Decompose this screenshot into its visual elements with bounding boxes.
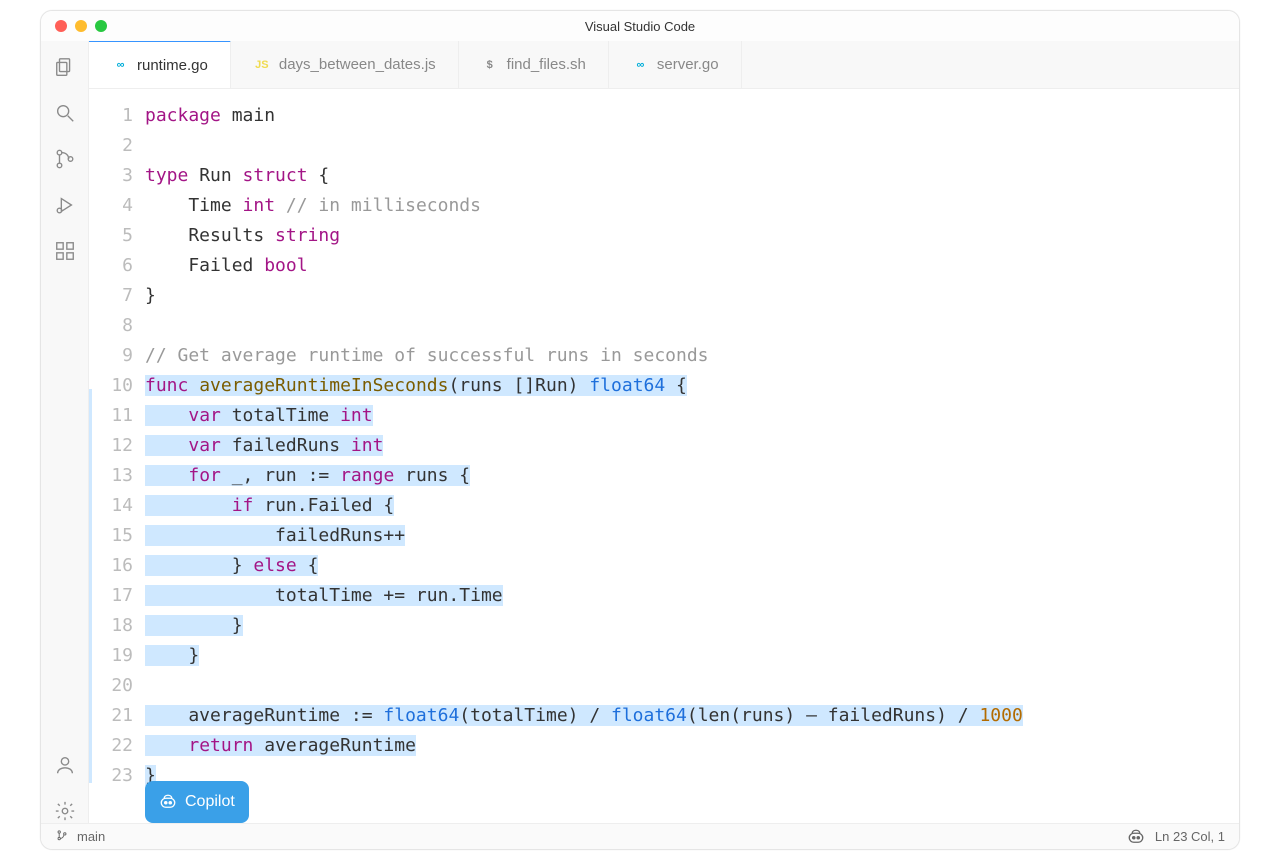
line-number: 13 xyxy=(89,461,133,491)
line-gutter: 1234567891011121314151617181920212223 xyxy=(89,101,145,823)
code-content[interactable]: package main type Run struct { Time int /… xyxy=(145,101,1239,823)
line-number: 22 xyxy=(89,731,133,761)
source-control-icon[interactable] xyxy=(53,147,77,171)
line-number: 20 xyxy=(89,671,133,701)
settings-gear-icon[interactable] xyxy=(53,799,77,823)
code-line[interactable]: Results string xyxy=(145,221,1239,251)
code-line[interactable]: Failed bool xyxy=(145,251,1239,281)
tab-label: server.go xyxy=(657,56,719,73)
line-number: 11 xyxy=(89,401,133,431)
cursor-position[interactable]: Ln 23 Col, 1 xyxy=(1155,829,1225,844)
code-line[interactable]: totalTime += run.Time xyxy=(145,581,1239,611)
go-file-icon: ∞ xyxy=(631,59,649,71)
code-line[interactable]: } xyxy=(145,281,1239,311)
search-icon[interactable] xyxy=(53,101,77,125)
line-number: 21 xyxy=(89,701,133,731)
line-number: 2 xyxy=(89,131,133,161)
copilot-label: Copilot xyxy=(185,787,235,817)
code-line[interactable] xyxy=(145,671,1239,701)
line-number: 7 xyxy=(89,281,133,311)
code-line[interactable]: } else { xyxy=(145,551,1239,581)
line-number: 10 xyxy=(89,371,133,401)
account-icon[interactable] xyxy=(53,753,77,777)
line-number: 17 xyxy=(89,581,133,611)
line-number: 1 xyxy=(89,101,133,131)
workbench: ∞ runtime.go JS days_between_dates.js $ find_… xyxy=(41,41,1239,823)
line-number: 14 xyxy=(89,491,133,521)
code-line[interactable]: var totalTime int xyxy=(145,401,1239,431)
zoom-window-button[interactable] xyxy=(95,20,107,32)
window-title: Visual Studio Code xyxy=(585,19,695,34)
code-line[interactable]: if run.Failed { xyxy=(145,491,1239,521)
tab-label: find_files.sh xyxy=(507,56,586,73)
line-number: 4 xyxy=(89,191,133,221)
tab-runtime-go[interactable]: ∞ runtime.go xyxy=(89,40,231,88)
app-window: Visual Studio Code ∞ runtime.go JS days_bet… xyxy=(40,10,1240,850)
line-number: 18 xyxy=(89,611,133,641)
line-number: 15 xyxy=(89,521,133,551)
minimize-window-button[interactable] xyxy=(75,20,87,32)
close-window-button[interactable] xyxy=(55,20,67,32)
copilot-button[interactable]: Copilot xyxy=(145,781,249,823)
tab-label: days_between_dates.js xyxy=(279,56,436,73)
code-line[interactable]: } xyxy=(145,611,1239,641)
extensions-icon[interactable] xyxy=(53,239,77,263)
code-line[interactable]: averageRuntime := float64(totalTime) / f… xyxy=(145,701,1239,731)
copilot-icon xyxy=(159,793,177,811)
code-line[interactable] xyxy=(145,311,1239,341)
code-line[interactable]: } xyxy=(145,641,1239,671)
line-number: 9 xyxy=(89,341,133,371)
code-line[interactable]: failedRuns++ xyxy=(145,521,1239,551)
tab-days_between_dates-js[interactable]: JS days_between_dates.js xyxy=(231,41,459,88)
copilot-status-icon[interactable] xyxy=(1127,828,1145,846)
code-line[interactable]: } xyxy=(145,761,1239,791)
code-line[interactable] xyxy=(145,131,1239,161)
line-number: 5 xyxy=(89,221,133,251)
tab-bar: ∞ runtime.go JS days_between_dates.js $ find_… xyxy=(89,41,1239,89)
main-area: ∞ runtime.go JS days_between_dates.js $ find_… xyxy=(89,41,1239,823)
files-icon[interactable] xyxy=(53,55,77,79)
code-line[interactable]: // Get average runtime of successful run… xyxy=(145,341,1239,371)
code-line[interactable]: type Run struct { xyxy=(145,161,1239,191)
code-line[interactable]: for _, run := range runs { xyxy=(145,461,1239,491)
line-number: 6 xyxy=(89,251,133,281)
line-number: 12 xyxy=(89,431,133,461)
titlebar: Visual Studio Code xyxy=(41,11,1239,41)
window-controls xyxy=(55,20,107,32)
line-number: 23 xyxy=(89,761,133,791)
activity-bar xyxy=(41,41,89,823)
status-bar: main Ln 23 Col, 1 xyxy=(41,823,1239,849)
sh-file-icon: $ xyxy=(481,59,499,71)
line-number: 16 xyxy=(89,551,133,581)
run-debug-icon[interactable] xyxy=(53,193,77,217)
branch-name[interactable]: main xyxy=(77,829,105,844)
code-line[interactable]: package main xyxy=(145,101,1239,131)
branch-icon[interactable] xyxy=(56,830,67,844)
tab-find_files-sh[interactable]: $ find_files.sh xyxy=(459,41,609,88)
go-file-icon: ∞ xyxy=(111,59,129,71)
code-line[interactable]: Time int // in milliseconds xyxy=(145,191,1239,221)
code-line[interactable]: return averageRuntime xyxy=(145,731,1239,761)
code-editor[interactable]: 1234567891011121314151617181920212223 pa… xyxy=(89,89,1239,823)
js-file-icon: JS xyxy=(253,59,271,71)
code-line[interactable]: func averageRuntimeInSeconds(runs []Run)… xyxy=(145,371,1239,401)
code-line[interactable]: var failedRuns int xyxy=(145,431,1239,461)
line-number: 19 xyxy=(89,641,133,671)
selection-indicator xyxy=(89,389,92,783)
tab-label: runtime.go xyxy=(137,57,208,74)
line-number: 8 xyxy=(89,311,133,341)
tab-server-go[interactable]: ∞ server.go xyxy=(609,41,742,88)
line-number: 3 xyxy=(89,161,133,191)
